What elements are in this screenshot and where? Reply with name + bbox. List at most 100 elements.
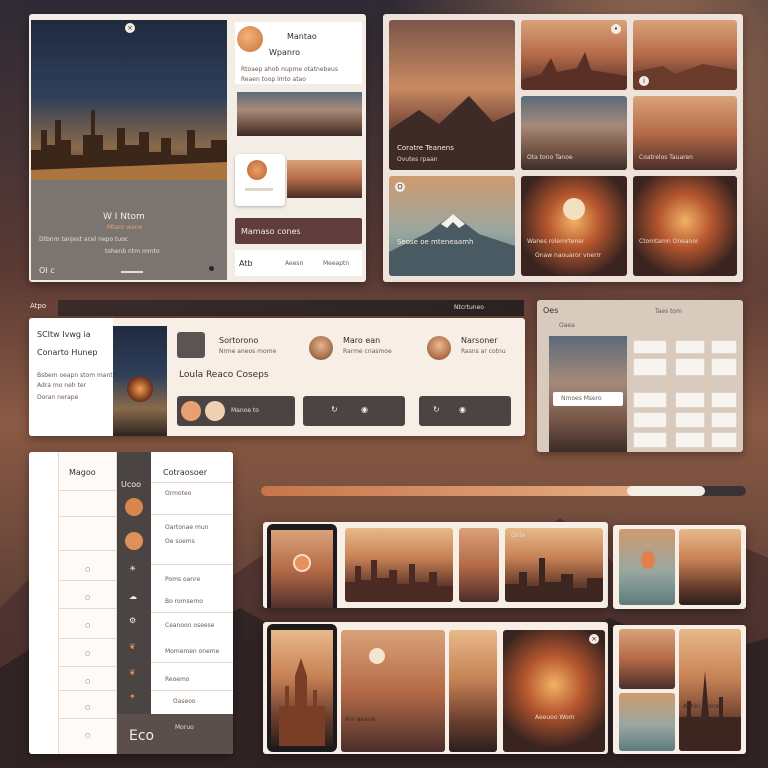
refresh-icon: ↻ bbox=[331, 405, 338, 414]
grid-cell[interactable] bbox=[711, 412, 737, 428]
list-item[interactable]: Oe soems bbox=[165, 538, 195, 545]
list-item[interactable]: Oaseoo bbox=[173, 698, 196, 705]
desert-thumbnail[interactable] bbox=[287, 160, 362, 198]
leaf-icon[interactable]: ❦ bbox=[129, 642, 136, 651]
photo-tile[interactable] bbox=[619, 693, 675, 751]
action-bar[interactable]: ↻ ◉ bbox=[419, 396, 511, 426]
chevron-icon[interactable]: ○ bbox=[85, 650, 90, 657]
photo-tile[interactable] bbox=[619, 529, 675, 605]
moon-icon bbox=[369, 648, 385, 664]
list-item[interactable]: Reoemo bbox=[165, 676, 189, 683]
gallery-tile-snow[interactable]: O Seose oe mteneaamh bbox=[389, 176, 515, 276]
section-label-left: Atpo bbox=[30, 302, 47, 310]
grid-cell[interactable] bbox=[675, 340, 705, 354]
photo-tile[interactable]: Onte bbox=[505, 528, 603, 602]
badge-icon[interactable]: O bbox=[395, 182, 405, 192]
orange-dot-icon[interactable] bbox=[125, 498, 143, 516]
avatar[interactable] bbox=[309, 336, 333, 360]
progress-handle[interactable] bbox=[627, 486, 705, 496]
intro-title: SCItw Ivwg ia bbox=[37, 330, 91, 339]
info-icon[interactable]: i bbox=[639, 76, 649, 86]
photo-tile[interactable]: Am aeaoe bbox=[341, 630, 445, 752]
footer-label-b[interactable]: Aeesn bbox=[285, 260, 303, 267]
photo-title: Antioi Etone bbox=[683, 703, 720, 710]
chevron-icon[interactable]: ○ bbox=[85, 704, 90, 711]
avatar[interactable] bbox=[427, 336, 451, 360]
action-label: Manoe to bbox=[231, 407, 259, 414]
gallery-tile[interactable]: i bbox=[633, 20, 737, 90]
gallery-tile-glow[interactable]: Wanes rolemrtener Onaw naouaror vnerrr bbox=[521, 176, 627, 276]
chevron-icon[interactable]: ○ bbox=[85, 622, 90, 629]
headline: Loula Reaco Coseps bbox=[179, 370, 269, 380]
overlay-button[interactable]: Nmoes Msero bbox=[553, 392, 623, 406]
action-bar[interactable]: Manoe to bbox=[177, 396, 295, 426]
grid-cell[interactable] bbox=[675, 412, 705, 428]
canyon-photo[interactable]: Nmoes Msero bbox=[549, 336, 627, 452]
close-icon[interactable]: × bbox=[589, 634, 599, 644]
grid-cell[interactable] bbox=[633, 412, 667, 428]
photo-tile[interactable] bbox=[449, 630, 497, 752]
footer-label-a[interactable]: Atb bbox=[239, 259, 253, 268]
photo-tile[interactable]: × Aeeuoo Wom bbox=[503, 630, 605, 752]
grid-cell[interactable] bbox=[675, 432, 705, 448]
phone-frame[interactable] bbox=[267, 524, 337, 608]
tower-photo[interactable] bbox=[113, 326, 167, 436]
gallery-tile[interactable]: Ota tono Tanoe bbox=[521, 96, 627, 170]
chevron-icon[interactable]: ○ bbox=[85, 594, 90, 601]
list-item[interactable]: Ormoteo bbox=[165, 490, 191, 497]
landscape-thumbnail[interactable] bbox=[237, 92, 362, 136]
grid-cell[interactable] bbox=[633, 340, 667, 354]
avatar[interactable] bbox=[237, 26, 263, 52]
list-item[interactable]: Oartonae mun bbox=[165, 524, 208, 531]
panel-list-editor: Magoo ○ ○ ○ ○ ○ ○ ○ Ucoo ☀ ☁ ⚙ ❦ ❦ ✦ Cot… bbox=[29, 452, 233, 754]
list-item[interactable]: Poms oanre bbox=[165, 576, 200, 583]
gallery-tile-glow[interactable]: Ctomtamn Oneanor bbox=[633, 176, 737, 276]
hero-subtitle: Mtaro wane bbox=[107, 224, 143, 231]
photo-tile[interactable] bbox=[345, 528, 453, 602]
grid-cell[interactable] bbox=[711, 340, 737, 354]
grid-cell[interactable] bbox=[633, 432, 667, 448]
gallery-tile[interactable]: • bbox=[521, 20, 627, 90]
plum-bar[interactable]: Mamaso cones bbox=[235, 218, 362, 244]
cloud-icon[interactable]: ☁ bbox=[129, 592, 137, 601]
chevron-icon[interactable]: ○ bbox=[85, 678, 90, 685]
grid-cell[interactable] bbox=[711, 392, 737, 408]
photo-tag: Am aeaoe bbox=[345, 716, 376, 723]
toggle-card[interactable] bbox=[235, 154, 285, 206]
photo-tile[interactable]: Antioi Etone Rseoseenes bbox=[679, 629, 741, 751]
section-label-right: Ntcrtuneo bbox=[454, 304, 484, 311]
list-item[interactable]: Momemen oneme bbox=[165, 648, 219, 655]
gallery-tile[interactable]: Coatrelos Tauaren bbox=[633, 96, 737, 170]
chevron-icon[interactable]: ○ bbox=[85, 566, 90, 573]
grid-cell[interactable] bbox=[711, 432, 737, 448]
orange-dot-icon[interactable] bbox=[125, 532, 143, 550]
menu-icon[interactable]: • bbox=[611, 24, 621, 34]
gallery-tile-large[interactable]: Coratre Teanens Ovutes rpaan bbox=[389, 20, 515, 170]
leaf-icon[interactable]: ❦ bbox=[129, 668, 136, 677]
close-icon[interactable]: × bbox=[125, 23, 135, 33]
grid-cell[interactable] bbox=[675, 358, 705, 376]
gear-icon[interactable]: ⚙ bbox=[129, 616, 136, 625]
photo-tile[interactable] bbox=[619, 629, 675, 689]
list-item[interactable]: Bo romsemo bbox=[165, 598, 203, 605]
star-icon[interactable]: ✦ bbox=[129, 692, 136, 701]
chevron-icon[interactable]: ○ bbox=[85, 732, 90, 739]
list-item[interactable]: Ceanoon oseese bbox=[165, 622, 214, 629]
page-dot-icon[interactable] bbox=[209, 266, 214, 271]
photo-tile[interactable] bbox=[679, 529, 741, 605]
progress-track[interactable] bbox=[261, 486, 746, 496]
grid-cell[interactable] bbox=[633, 358, 667, 376]
panel-photo-row-1: Onte bbox=[263, 522, 608, 608]
action-bar[interactable]: ↻ ◉ bbox=[303, 396, 405, 426]
grid-cell[interactable] bbox=[711, 358, 737, 376]
contact-card[interactable] bbox=[177, 332, 205, 358]
skyline-icon bbox=[345, 560, 453, 602]
photo-tile[interactable] bbox=[459, 528, 499, 602]
grid-cell[interactable] bbox=[675, 392, 705, 408]
sun-icon[interactable]: ☀ bbox=[129, 564, 136, 573]
section-header-bar: Ntcrtuneo bbox=[58, 300, 524, 316]
footer-label-c[interactable]: Meeaptn bbox=[323, 260, 349, 267]
row-divider bbox=[59, 490, 116, 491]
phone-frame[interactable] bbox=[267, 624, 337, 752]
grid-cell[interactable] bbox=[633, 392, 667, 408]
